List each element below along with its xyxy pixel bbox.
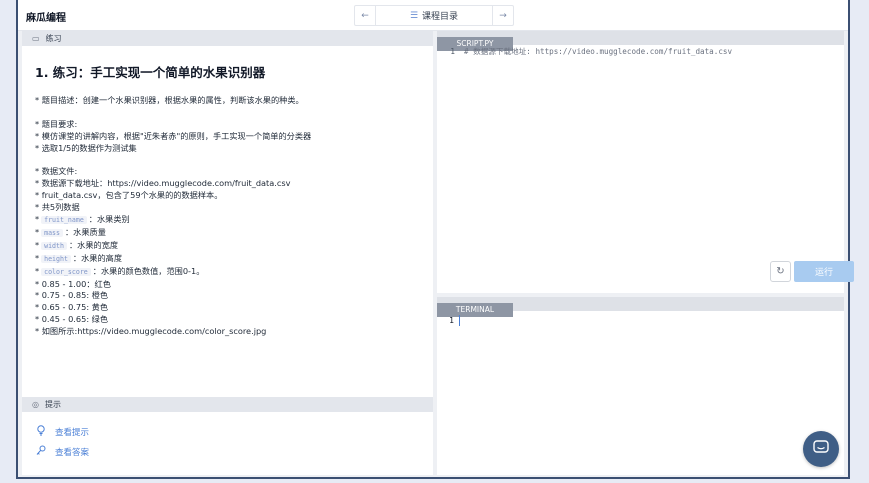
data-file-line: * fruit_data.csv，包含了59个水果的的数据样本。 <box>35 190 223 201</box>
exercise-title: 1. 练习：手工实现一个简单的水果识别器 <box>35 65 266 80</box>
color-range-line: * 0.75 - 0.85: 橙色 <box>35 290 109 301</box>
prev-arrow-icon[interactable]: ← <box>355 6 375 25</box>
check-circle-icon: ◎ <box>32 400 39 409</box>
column-desc: ：水果类别 <box>88 214 130 225</box>
column-code: color_score <box>41 267 91 276</box>
chat-bubble-icon <box>813 439 829 459</box>
top-bar: 麻瓜编程 ← ☰ 课程目录 → <box>18 0 848 31</box>
course-catalog-label: 课程目录 <box>422 12 459 22</box>
column-code: width <box>41 241 67 250</box>
exercise-section-header: ▭ 练习 <box>22 31 433 46</box>
lightbulb-icon <box>36 424 46 439</box>
exercise-panel: ▭ 练习 1. 练习：手工实现一个简单的水果识别器 * 题目描述：创建一个水果识… <box>22 31 433 475</box>
data-file-heading: * 数据文件: <box>35 166 78 177</box>
editor-tab-bar: SCRIPT.PY <box>437 31 844 51</box>
code-text: # 数据源下载地址: https://video.mugglecode.com/… <box>464 46 733 56</box>
requirement-line: * 选取1/5的数据作为测试集 <box>35 142 137 153</box>
column-code: mass <box>41 228 63 237</box>
terminal-line-number: 1 <box>449 315 454 325</box>
column-desc: ：水果质量 <box>64 226 106 237</box>
hint-section: ◎ 提示 查看提示 查看答案 <box>22 397 433 466</box>
color-image-line: * 如图所示:https://video.mugglecode.com/colo… <box>35 326 267 337</box>
exercise-content: 1. 练习：手工实现一个简单的水果识别器 * 题目描述：创建一个水果识别器，根据… <box>22 46 433 338</box>
column-desc: ：水果的高度 <box>72 252 123 263</box>
course-catalog-button[interactable]: ☰ 课程目录 <box>375 6 493 25</box>
column-item: * width ：水果的宽度 <box>35 239 119 250</box>
requirement-line: * 模仿课堂的讲解内容，根据"近朱者赤"的原则，手工实现一个简单的分类器 <box>35 130 312 141</box>
column-desc: ：水果的颜色数值，范围0-1。 <box>92 265 205 276</box>
data-file-line: * 共5列数据 <box>35 202 80 213</box>
column-item: * height ：水果的高度 <box>35 252 123 263</box>
run-button[interactable]: 运行 <box>794 261 854 282</box>
color-range-line: * 0.65 - 0.75: 黄色 <box>35 302 109 313</box>
app-frame: 麻瓜编程 ← ☰ 课程目录 → ▭ 练习 1. 练习：手工实现一个简单的水果识别… <box>16 0 854 479</box>
view-hint-link[interactable]: 查看提示 <box>36 424 433 439</box>
column-code: height <box>41 254 71 263</box>
column-desc: ：水果的宽度 <box>68 239 119 250</box>
requirements-heading: * 题目要求: <box>35 118 78 129</box>
terminal-cursor <box>459 314 460 326</box>
code-editor-panel: SCRIPT.PY 1 # 数据源下载地址: https://video.mug… <box>437 31 854 293</box>
terminal-tab-bar: TERMINAL <box>437 297 844 317</box>
column-item: * mass ：水果质量 <box>35 226 106 237</box>
course-navigation: ← ☰ 课程目录 → <box>354 5 514 26</box>
description-line: * 题目描述：创建一个水果识别器，根据水果的属性，判断该水果的种类。 <box>35 95 304 105</box>
key-icon <box>36 445 46 459</box>
reset-button[interactable]: ↻ <box>770 261 791 282</box>
column-code: fruit_name <box>41 216 87 225</box>
hint-links: 查看提示 查看答案 <box>22 412 433 459</box>
view-answer-label: 查看答案 <box>55 447 90 458</box>
exercise-section-label: 练习 <box>45 34 62 43</box>
view-hint-label: 查看提示 <box>55 427 90 438</box>
terminal-panel: TERMINAL 1 <box>437 297 844 475</box>
brand-title: 麻瓜编程 <box>26 13 66 24</box>
column-item: * fruit_name ：水果类别 <box>35 214 130 225</box>
view-answer-link[interactable]: 查看答案 <box>36 445 433 459</box>
book-icon: ▭ <box>32 34 40 43</box>
chat-support-button[interactable] <box>803 431 839 467</box>
refresh-icon: ↻ <box>776 266 785 277</box>
list-icon: ☰ <box>409 10 419 21</box>
hint-section-header: ◎ 提示 <box>22 397 433 412</box>
code-line[interactable]: 1 # 数据源下载地址: https://video.mugglecode.co… <box>437 45 844 57</box>
data-file-line: * 数据源下载地址：https://video.mugglecode.com/f… <box>35 178 291 189</box>
line-number: 1 <box>450 46 455 56</box>
hint-section-label: 提示 <box>44 400 61 409</box>
color-range-line: * 0.45 - 0.65: 绿色 <box>35 314 109 325</box>
color-range-line: * 0.85 - 1.00：红色 <box>35 278 111 289</box>
column-item: * color_score ：水果的颜色数值，范围0-1。 <box>35 265 205 276</box>
next-arrow-icon[interactable]: → <box>493 6 513 25</box>
